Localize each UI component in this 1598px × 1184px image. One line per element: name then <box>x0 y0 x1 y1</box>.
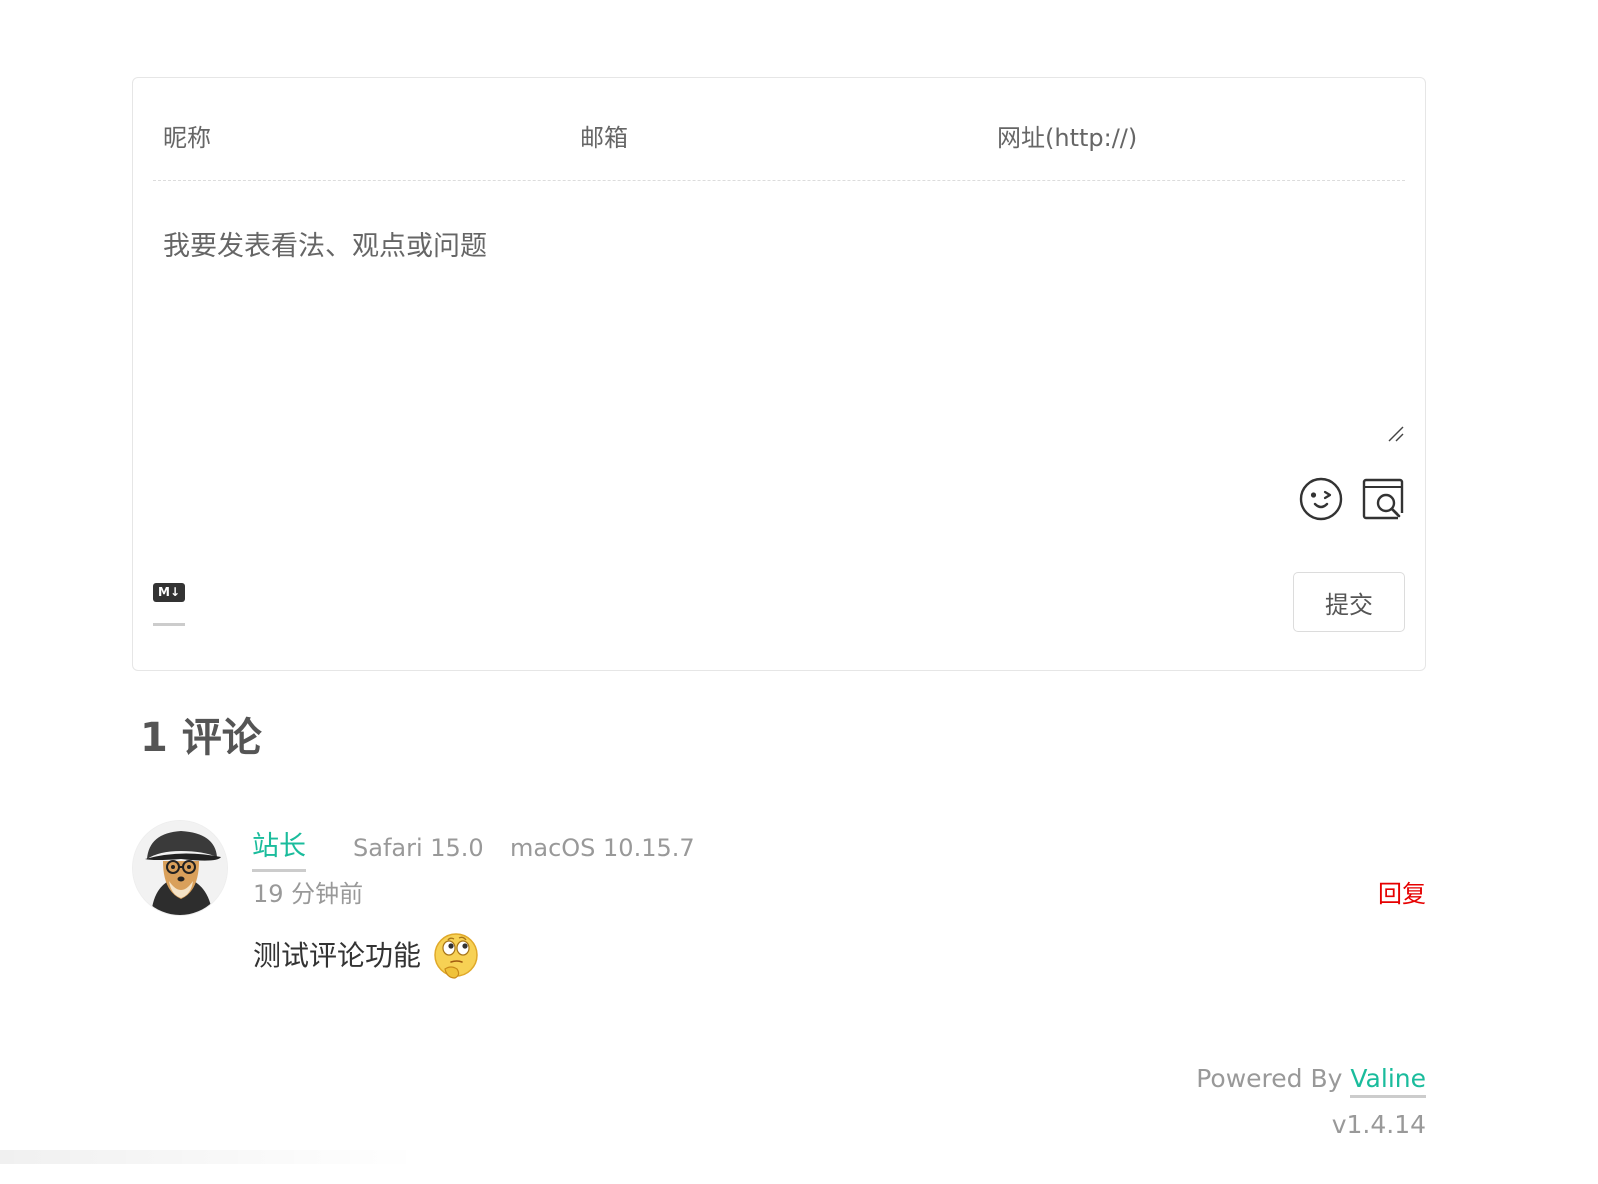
comment-text: 测试评论功能 <box>253 939 422 972</box>
dog-with-cap-avatar <box>132 820 228 916</box>
comment-author-link[interactable]: 站长 <box>252 828 306 872</box>
comment-browser: Safari 15.0 <box>353 834 484 862</box>
version-label: v1.4.14 <box>1331 1110 1426 1139</box>
email-input[interactable] <box>580 116 960 160</box>
preview-icon[interactable] <box>1361 476 1407 522</box>
powered-prefix: Powered By <box>1196 1064 1351 1093</box>
powered-by: Powered By Valine <box>1196 1060 1426 1098</box>
comment-time: 19 分钟前 <box>253 880 364 908</box>
emoji-icon[interactable] <box>1298 476 1344 522</box>
comment-form: M↓ 提交 <box>132 77 1426 671</box>
valine-link[interactable]: Valine <box>1350 1064 1426 1098</box>
comment-count-title: 1 评论 <box>140 715 262 761</box>
markdown-underline <box>153 623 185 626</box>
markdown-badge[interactable]: M↓ <box>153 583 185 627</box>
bottom-shadow <box>0 1150 420 1164</box>
reply-button[interactable]: 回复 <box>1378 876 1426 912</box>
resize-handle-icon[interactable] <box>1387 425 1405 443</box>
comment-os: macOS 10.15.7 <box>510 834 695 862</box>
nickname-input[interactable] <box>163 116 543 160</box>
form-header-row <box>153 78 1405 181</box>
comment-textarea[interactable] <box>163 218 1393 444</box>
thinking-emoji <box>434 933 478 979</box>
submit-button[interactable]: 提交 <box>1293 572 1405 632</box>
markdown-icon: M↓ <box>153 583 185 602</box>
comment-content: 测试评论功能 <box>253 930 481 982</box>
website-input[interactable] <box>997 116 1397 160</box>
comment-item: 站长 Safari 15.0 macOS 10.15.7 19 分钟前 回复 测… <box>132 820 1426 1000</box>
